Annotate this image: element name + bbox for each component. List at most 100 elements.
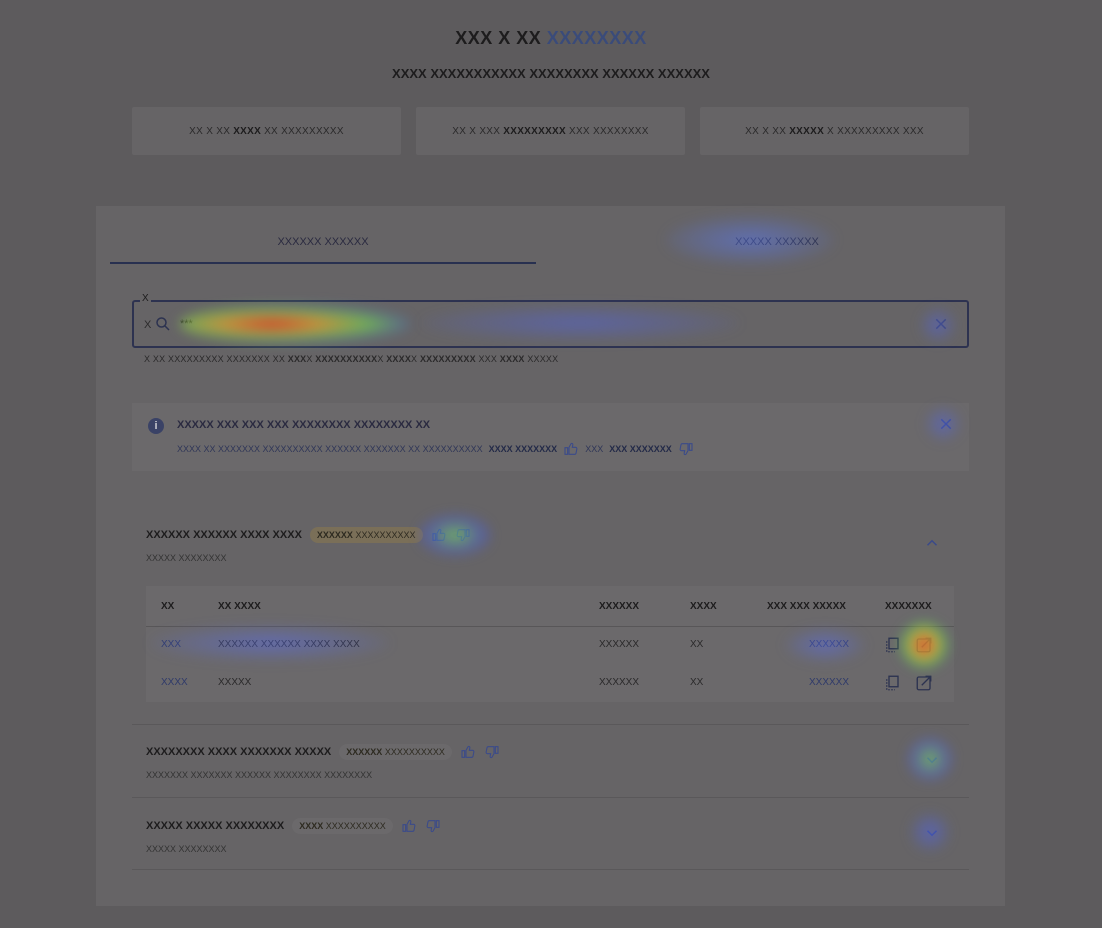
group-title: XXXXX XXXXX XXXXXXXX XXXX XXXXXXXXXX [146,818,441,834]
chevron-down-icon[interactable] [923,824,941,842]
hint-keyword: XXXXXXXXXX [315,354,378,364]
chevron-up-icon[interactable] [923,534,941,552]
column-header: XXXXXXX [885,601,932,612]
info-yes-label: XXXX XXXXXXX [488,444,558,454]
stat-text: XX X XX [189,125,231,137]
stat-card: XX X XX XXXX XX XXXXXXXXX [132,107,401,155]
column-header[interactable]: XX XXXX [218,601,261,612]
thumbs-down-icon[interactable] [678,441,694,457]
group-subtitle: XXXXXXX XXXXXXX XXXXXX XXXXXXXX XXXXXXXX [146,770,373,780]
stat-value: XXXXXXXXX [503,125,566,137]
group-title-text: XXXXXXXX XXXX XXXXXXX XXXXX [146,746,332,758]
row-id-link[interactable]: XXXX [161,677,188,688]
group-subtitle: XXXXX XXXXXXXX [146,553,227,563]
page-subtitle: XXXX XXXXXXXXXXX XXXXXXXX XXXXXX XXXXXX [392,66,710,81]
stat-text: XX X XX [745,125,787,137]
row-cell: XX [690,677,704,688]
stat-text: XX X XXX [452,125,501,137]
row-cell: XXXXXX [599,677,640,688]
hint-text: X XX XXXXXXXXX XXXXXXX XX [144,354,286,364]
thumbs-up-icon[interactable] [431,527,447,543]
info-text: XXX [585,444,604,454]
hint-text: X [377,354,384,364]
tab-second[interactable]: XXXXX XXXXXX [564,234,990,264]
group-title-text: XXXXX XXXXX XXXXXXXX [146,820,285,832]
stat-card: XX X XXX XXXXXXXXX XXX XXXXXXXX [416,107,685,155]
close-icon[interactable] [938,416,954,432]
row-id-link[interactable]: XXX [161,639,181,650]
page-title: XXX X XX XXXXXXXX [0,28,1102,49]
search-icon [156,317,170,331]
row-cell-link[interactable]: XXXXXX [809,639,849,650]
open-external-icon[interactable] [915,674,933,692]
tab-first[interactable]: XXXXXX XXXXXX [110,234,536,264]
group-title: XXXXXX XXXXXX XXXX XXXX XXXXXX XXXXXXXXX… [146,527,471,543]
hint-keyword: XXXX [499,354,525,364]
copy-icon[interactable] [883,636,901,654]
divider [132,869,969,870]
search-label: X [140,293,151,304]
row-cell: XXXXXX [599,639,640,650]
copy-icon[interactable] [883,674,901,692]
stat-text: XXX XXXXXXXX [568,125,649,137]
hint-keyword: XXXXXXXXX [419,354,476,364]
group-title: XXXXXXXX XXXX XXXXXXX XXXXX XXXXXX XXXXX… [146,744,500,760]
badge-bold: XXXX [299,821,324,831]
results-table: XX XX XXXX XXXXXX XXXX XXX XXX XXXXX XXX… [146,586,954,702]
column-header[interactable]: XXX XXX XXXXX [767,601,846,612]
stat-text: XX XXXXXXXXX [264,125,344,137]
info-text: XXXX XX XXXXXXX XXXXXXXXXX XXXXXX XXXXXX… [177,444,483,454]
stat-text: X XXXXXXXXX XXX [827,125,924,137]
info-title: XXXXX XXX XXX XXX XXXXXXXX XXXXXXXX XX [177,419,431,431]
column-header[interactable]: XXXXXX [599,601,639,612]
badge-text: XXXXXXXXXX [325,821,386,831]
badge-text: XXXXXXXXXX [384,747,445,757]
chevron-down-icon[interactable] [923,751,941,769]
page-title-accent: XXXXXXXX [546,28,647,48]
row-name: XXXXX [218,677,252,688]
stat-card: XX X XX XXXXX X XXXXXXXXX XXX [700,107,969,155]
divider [146,626,954,627]
thumbs-up-icon[interactable] [563,441,579,457]
close-icon[interactable] [933,316,949,332]
row-cell: XX [690,639,704,650]
info-body: XXXX XX XXXXXXX XXXXXXXXXX XXXXXX XXXXXX… [177,441,694,457]
thumbs-up-icon[interactable] [460,744,476,760]
badge-bold: XXXXXX [346,747,383,757]
column-header[interactable]: XX [161,601,174,612]
thumbs-down-icon[interactable] [455,527,471,543]
hint-keyword: XXXX [386,354,412,364]
column-header[interactable]: XXXX [690,601,717,612]
info-no-label: XXX XXXXXXX [609,444,672,454]
result-group[interactable]: XXXXX XXXXX XXXXXXXX XXXX XXXXXXXXXX XXX… [146,818,441,854]
group-title-text: XXXXXX XXXXXX XXXX XXXX [146,529,302,541]
hint-text: XXXXX [527,354,559,364]
thumbs-up-icon[interactable] [401,818,417,834]
row-name: XXXXXX XXXXXX XXXX XXXX [218,639,360,650]
badge-text: XXXXXXXXXX [355,530,416,540]
thumbs-down-icon[interactable] [484,744,500,760]
badge-bold: XXXXXX [316,530,353,540]
results-panel: XXXXXX XXXXXX XXXXX XXXXXX X X X XX XXXX… [96,206,1005,906]
search-hint: X XX XXXXXXXXX XXXXXXX XX XXXX XXXXXXXXX… [144,354,558,364]
page: XXX X XX XXXXXXXX XXXX XXXXXXXXXXX XXXXX… [0,0,1102,928]
status-badge: XXXXXX XXXXXXXXXX [309,527,423,543]
hint-text: X [306,354,313,364]
search-input[interactable] [180,314,880,334]
hint-text: X [411,354,418,364]
divider [132,724,969,725]
status-badge: XXXXXX XXXXXXXXXX [339,744,452,760]
hint-keyword: XXX [287,354,307,364]
info-banner: i XXXXX XXX XXX XXX XXXXXXXX XXXXXXXX XX… [132,403,969,471]
thumbs-down-icon[interactable] [425,818,441,834]
status-badge: XXXX XXXXXXXXXX [292,818,393,834]
open-external-icon[interactable] [915,636,933,654]
divider [132,797,969,798]
search-prefix: X [144,319,152,331]
stat-value: XXXXX [789,125,825,137]
result-group[interactable]: XXXXXX XXXXXX XXXX XXXX XXXXXX XXXXXXXXX… [146,527,471,563]
hint-text: XXX [478,354,498,364]
search-field[interactable]: X X [132,293,969,348]
row-cell-link[interactable]: XXXXXX [809,677,849,688]
result-group[interactable]: XXXXXXXX XXXX XXXXXXX XXXXX XXXXXX XXXXX… [146,744,500,780]
